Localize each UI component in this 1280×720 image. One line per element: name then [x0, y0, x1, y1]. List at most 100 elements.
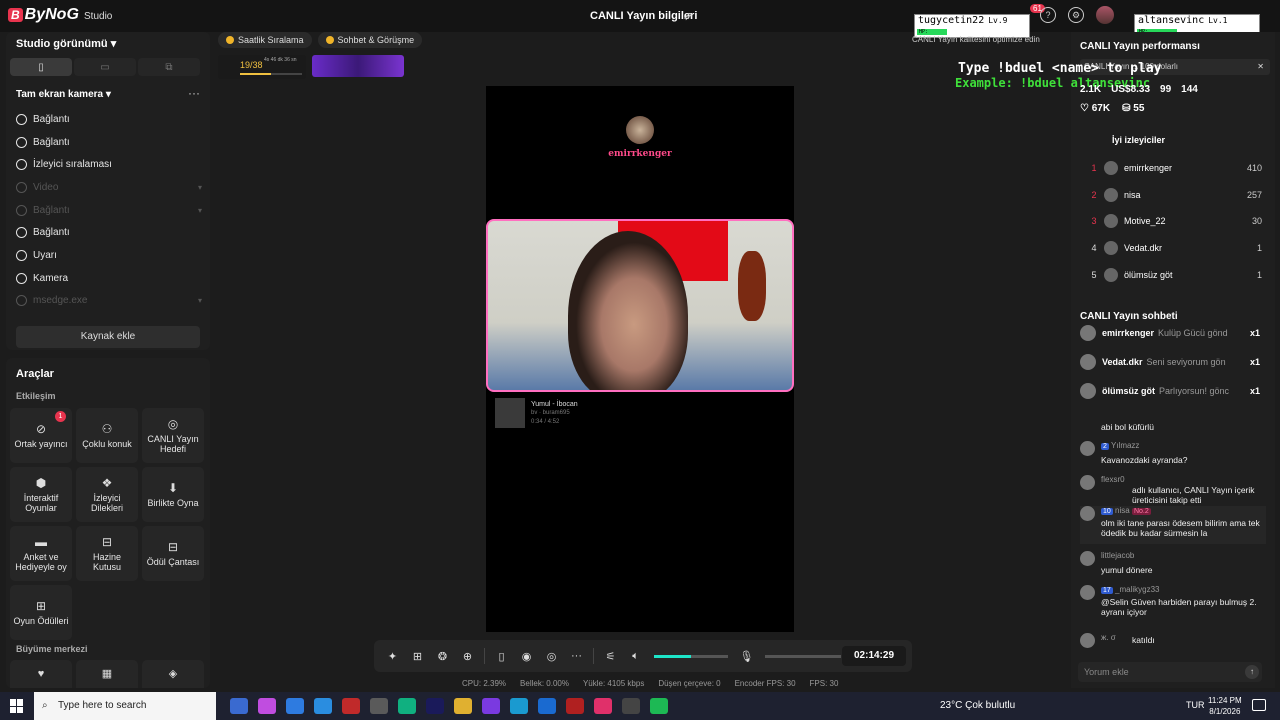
streamer-avatar	[626, 116, 654, 144]
volume-slider[interactable]	[654, 654, 728, 658]
scene-dropdown[interactable]: Tam ekran kamera ▾	[16, 89, 111, 100]
task-view-icon[interactable]	[230, 698, 248, 714]
tool-tile[interactable]: ⊘ Ortak yayıncı 1	[10, 408, 72, 463]
help-icon[interactable]: ?	[1040, 7, 1056, 23]
chat-meeting-pill[interactable]: Sohbet & Görüşme	[317, 32, 423, 48]
other-stat: 144	[1181, 84, 1198, 95]
tool-tile[interactable]: ⊞ Oyun Ödülleri	[10, 585, 72, 640]
tool-tile[interactable]: ◎ CANLI Yayın Hedefi	[142, 408, 204, 463]
add-media-icon[interactable]: ⊕	[455, 650, 480, 663]
copilot-icon[interactable]	[258, 698, 276, 714]
portrait-mode-button[interactable]: ▯	[10, 58, 72, 76]
tool-tile[interactable]: ▬ Anket ve Hediyeyle oy	[10, 526, 72, 581]
source-label: Bağlantı	[33, 113, 70, 125]
orientation-toggle: ▯ ▭ ⧉	[10, 58, 200, 76]
app-teal-icon[interactable]	[398, 698, 416, 714]
source-item[interactable]: Bağlantı	[16, 108, 202, 131]
chat-input[interactable]: Yorum ekle	[1078, 662, 1262, 682]
more-options-icon[interactable]: ···	[188, 86, 200, 100]
file-explorer-icon[interactable]	[454, 698, 472, 714]
tool-icon: ⬇	[167, 481, 179, 495]
beauty-icon[interactable]: ❂	[430, 650, 455, 663]
store-icon[interactable]	[286, 698, 304, 714]
mixer-icon[interactable]: ⚟	[598, 650, 623, 663]
source-item[interactable]: İzleyici sıralaması	[16, 153, 202, 176]
settings-gear-icon[interactable]: ⚙	[1068, 7, 1084, 23]
tool-tile[interactable]: ❖ İzleyici Dilekleri	[76, 467, 138, 522]
chat-avatar	[1080, 506, 1095, 521]
source-item[interactable]: Bağlantı	[16, 221, 202, 244]
viewer-row[interactable]: 4 Vedat.dkr 1	[1084, 235, 1262, 262]
hourly-ranking-pill[interactable]: Saatlik Sıralama	[218, 32, 312, 48]
growth-tool-1[interactable]: ♥	[10, 660, 72, 688]
tool-tile[interactable]: ⬇ Birlikte Oyna	[142, 467, 204, 522]
growth-tool-3[interactable]: ◈	[142, 660, 204, 688]
chevron-down-icon[interactable]: ▾	[198, 183, 202, 192]
layout-icon[interactable]: ⊞	[405, 650, 430, 663]
heart-icon: ♡	[1080, 103, 1092, 114]
microphone-icon[interactable]: 🎙︎	[734, 650, 759, 663]
viewer-avatar	[1104, 187, 1118, 202]
app-red-icon[interactable]	[342, 698, 360, 714]
language-indicator[interactable]: TUR	[1186, 700, 1205, 710]
close-icon[interactable]: ✕	[1257, 59, 1264, 75]
phone-icon[interactable]: ▯	[489, 650, 514, 663]
tool-tile[interactable]: ⊟ Ödül Çantası	[142, 526, 204, 581]
speaker-icon[interactable]: 🔈︎	[623, 650, 648, 663]
source-item[interactable]: Bağlantı ▾	[16, 199, 202, 222]
windows-start-icon[interactable]	[10, 699, 24, 713]
quality-tip[interactable]: CANLI Yayın kalitesini optimize edin	[912, 35, 1040, 44]
app-navy-icon[interactable]	[426, 698, 444, 714]
source-item[interactable]: Kamera	[16, 267, 202, 290]
stream-info-title[interactable]: CANLI Yayın bilgileri	[590, 10, 697, 22]
edge-icon[interactable]	[510, 698, 528, 714]
more-icon[interactable]: ···	[564, 650, 589, 662]
source-item[interactable]: Video ▾	[16, 176, 202, 199]
stream-goal-widget[interactable]: 19/38 4s 46 dk 36 sn	[218, 55, 306, 79]
notification-center-icon[interactable]	[1252, 699, 1266, 711]
tool-tile[interactable]: ⚇ Çoklu konuk	[76, 408, 138, 463]
layout-mode-button[interactable]: ⧉	[138, 58, 200, 76]
source-label: Bağlantı	[33, 136, 70, 148]
opera-icon[interactable]	[566, 698, 584, 714]
studio-view-dropdown[interactable]: Studio görünümü ▾	[16, 37, 116, 50]
chevron-down-icon[interactable]: ▾	[198, 296, 202, 305]
mic-volume-slider[interactable]	[765, 654, 841, 658]
viewer-row[interactable]: 2 nisa 257	[1084, 182, 1262, 209]
share-icon[interactable]: ⇗	[683, 9, 695, 23]
camera-settings-icon[interactable]: ◎	[539, 650, 564, 663]
viewer-row[interactable]: 5 ölümsüz göt 1	[1084, 261, 1262, 288]
tiktok-icon[interactable]	[594, 698, 612, 714]
effects-icon[interactable]: ✦	[380, 650, 405, 663]
chat-message[interactable]: flexsr0 adlı kullanıcı, CANLI Yayın içeri…	[1080, 475, 1266, 505]
source-item[interactable]: msedge.exe ▾	[16, 290, 202, 313]
chat-message[interactable]: 17 _malikygz33 @Selin Güven harbiden para…	[1080, 585, 1266, 617]
source-item[interactable]: Bağlantı	[16, 131, 202, 154]
mail-icon[interactable]	[314, 698, 332, 714]
promo-banner[interactable]	[312, 55, 404, 77]
chat-message[interactable]: 2 Yılmazz Kavanozdaki ayranda?	[1080, 441, 1266, 471]
app-purple-icon[interactable]	[482, 698, 500, 714]
add-source-button[interactable]: Kaynak ekle	[16, 326, 200, 348]
weather-widget[interactable]: 23°C Çok bulutlu	[940, 700, 1015, 711]
clock[interactable]: 11:24 PM 8/1/2026	[1208, 695, 1242, 717]
chevron-down-icon[interactable]: ▾	[198, 206, 202, 215]
record-icon[interactable]: ◉	[514, 650, 539, 663]
obs-icon[interactable]	[622, 698, 640, 714]
source-item[interactable]: Uyarı	[16, 244, 202, 267]
tool-tile[interactable]: ⬢ İnteraktif Oyunlar	[10, 467, 72, 522]
chat-message[interactable]: littlejacob yumul dönere	[1080, 551, 1266, 581]
taskbar-search[interactable]: ⌕ Type here to search	[34, 692, 216, 720]
app-gray-icon[interactable]	[370, 698, 388, 714]
viewer-row[interactable]: 3 Motive_22 30	[1084, 208, 1262, 235]
chat-message[interactable]: ж. σ katıldı	[1080, 633, 1266, 663]
send-icon[interactable]: ↑	[1245, 665, 1259, 679]
app-blue-icon[interactable]	[538, 698, 556, 714]
spotify-icon[interactable]	[650, 698, 668, 714]
user-avatar[interactable]	[1096, 6, 1114, 24]
landscape-mode-button[interactable]: ▭	[74, 58, 136, 76]
viewer-row[interactable]: 1 emirrkenger 410	[1084, 155, 1262, 182]
chat-message[interactable]: 10 nisa No.2 olm iki tane parası ödesem b…	[1080, 506, 1266, 544]
tool-tile[interactable]: ⊟ Hazine Kutusu	[76, 526, 138, 581]
growth-tool-2[interactable]: ▦	[76, 660, 138, 688]
